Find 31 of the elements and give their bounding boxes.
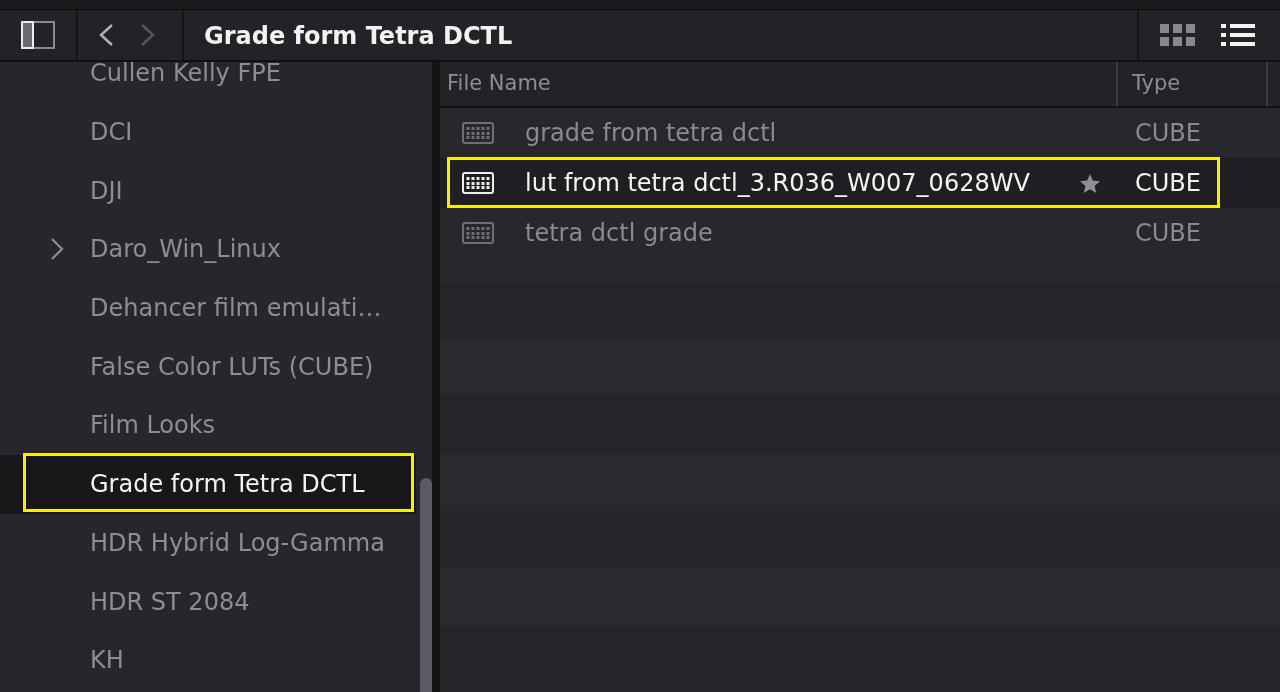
chevron-left-icon — [98, 24, 114, 46]
table-cell-text: grade from tetra dctl — [525, 121, 778, 145]
table-cell-text: lut from tetra dctl_3.R036_W007_0628WV — [525, 171, 1031, 195]
chevron-right-icon — [140, 24, 156, 46]
table-cell-text: CUBE — [1134, 121, 1202, 145]
sidebar-item[interactable]: DJI — [0, 161, 416, 221]
sidebar-item[interactable]: Cullen Kelly FPE — [0, 62, 416, 103]
sidebar-item[interactable]: Grade form Tetra DCTL — [0, 454, 416, 514]
sidebar-item[interactable]: HDR Hybrid Log-Gamma — [0, 513, 416, 573]
sidebar-item[interactable]: Dehancer film emulati… — [0, 278, 416, 338]
file-row[interactable]: lut from tetra dctl_3.R036_W007_0628WV CUBE — [440, 158, 1280, 208]
table-cell-text: tetra dctl grade — [525, 221, 714, 245]
folder-title: Grade form Tetra DCTL — [204, 24, 513, 48]
scrollbar[interactable] — [420, 478, 432, 692]
sidebar-item[interactable]: DCI — [0, 102, 416, 162]
sidebar-item[interactable]: False Color LUTs (CUBE) — [0, 337, 416, 397]
sidebar-item[interactable]: HDR ST 2084 — [0, 572, 416, 631]
list-view-icon — [1221, 24, 1255, 46]
grid-view-button[interactable] — [1158, 22, 1197, 48]
list-view-button[interactable] — [1219, 22, 1257, 48]
table-cell-text: CUBE — [1134, 221, 1202, 245]
column-header[interactable]: File Name — [440, 62, 1118, 106]
sidebar-item[interactable]: Daro_Win_Linux — [0, 220, 416, 279]
dot-grid-file-icon — [462, 222, 494, 244]
column-header[interactable]: Type — [1118, 62, 1268, 106]
dot-grid-file-icon — [462, 172, 494, 194]
table-cell-text: CUBE — [1134, 171, 1202, 195]
dot-grid-file-icon — [462, 122, 494, 144]
sidebar-item[interactable]: Film Looks — [0, 396, 416, 455]
sidebar-item[interactable]: KH — [0, 630, 416, 690]
grid-view-icon — [1160, 24, 1195, 46]
